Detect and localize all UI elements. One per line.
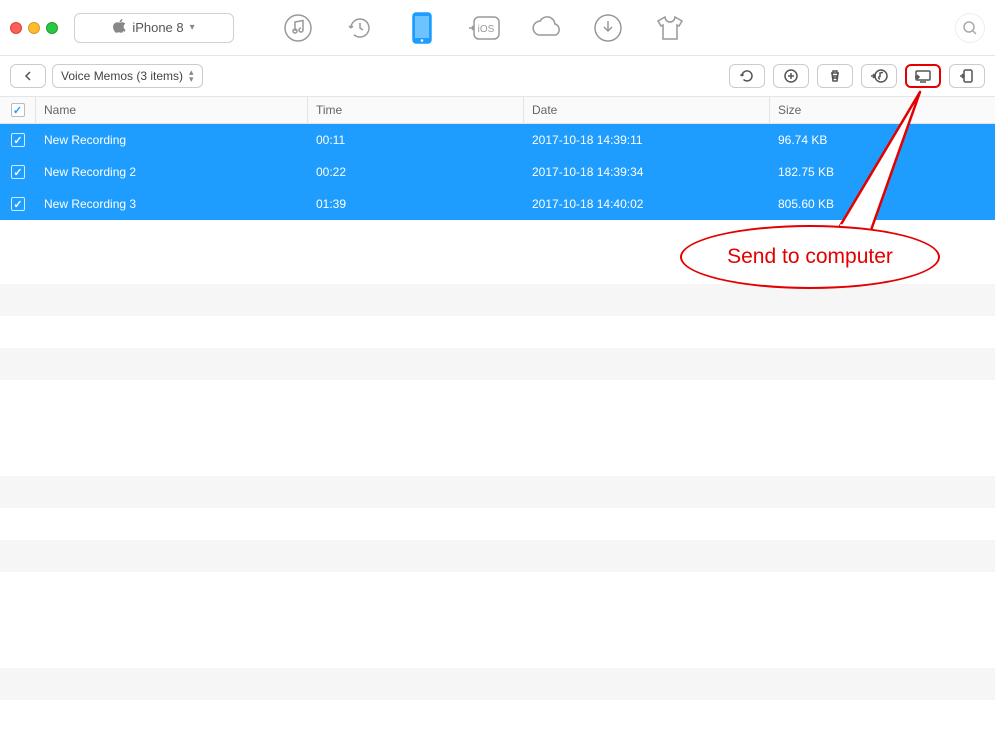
to-device-button[interactable] bbox=[949, 64, 985, 88]
tshirt-category-button[interactable] bbox=[652, 10, 688, 46]
history-category-button[interactable] bbox=[342, 10, 378, 46]
svg-text:iOS: iOS bbox=[478, 24, 495, 35]
callout-bubble: Send to computer bbox=[680, 225, 940, 289]
action-buttons bbox=[729, 64, 985, 88]
cell-size: 805.60 KB bbox=[770, 188, 995, 220]
callout-text: Send to computer bbox=[727, 245, 893, 269]
cell-name: New Recording bbox=[36, 124, 308, 156]
cell-date: 2017-10-18 14:39:34 bbox=[524, 156, 770, 188]
download-category-button[interactable] bbox=[590, 10, 626, 46]
device-selector[interactable]: iPhone 8 ▾ bbox=[74, 13, 234, 43]
table-body: New Recording00:112017-10-18 14:39:1196.… bbox=[0, 124, 995, 220]
cell-time: 00:22 bbox=[308, 156, 524, 188]
cloud-category-button[interactable] bbox=[528, 10, 564, 46]
refresh-button[interactable] bbox=[729, 64, 765, 88]
device-category-button[interactable] bbox=[404, 10, 440, 46]
select-all-checkbox[interactable] bbox=[11, 103, 25, 117]
column-header-name[interactable]: Name bbox=[36, 97, 308, 123]
delete-button[interactable] bbox=[817, 64, 853, 88]
column-header-date[interactable]: Date bbox=[524, 97, 770, 123]
music-category-button[interactable] bbox=[280, 10, 316, 46]
cell-name: New Recording 3 bbox=[36, 188, 308, 220]
maximize-window-button[interactable] bbox=[46, 22, 58, 34]
row-checkbox[interactable] bbox=[11, 197, 25, 211]
window-controls bbox=[10, 22, 58, 34]
cell-time: 00:11 bbox=[308, 124, 524, 156]
top-toolbar: iPhone 8 ▾ iOS bbox=[0, 0, 995, 56]
breadcrumb-label: Voice Memos (3 items) bbox=[61, 69, 183, 83]
back-button[interactable] bbox=[10, 64, 46, 88]
row-checkbox[interactable] bbox=[11, 165, 25, 179]
cell-size: 96.74 KB bbox=[770, 124, 995, 156]
device-name-label: iPhone 8 bbox=[132, 20, 183, 35]
cell-date: 2017-10-18 14:39:11 bbox=[524, 124, 770, 156]
category-nav: iOS bbox=[280, 10, 688, 46]
add-button[interactable] bbox=[773, 64, 809, 88]
sub-toolbar: Voice Memos (3 items) ▴▾ bbox=[0, 56, 995, 96]
table-row[interactable]: New Recording 301:392017-10-18 14:40:028… bbox=[0, 188, 995, 220]
cell-date: 2017-10-18 14:40:02 bbox=[524, 188, 770, 220]
column-header-size[interactable]: Size bbox=[770, 97, 995, 123]
minimize-window-button[interactable] bbox=[28, 22, 40, 34]
updown-icon: ▴▾ bbox=[189, 69, 194, 83]
to-computer-button[interactable] bbox=[905, 64, 941, 88]
empty-rows-area bbox=[0, 220, 995, 732]
table-header: Name Time Date Size bbox=[0, 96, 995, 124]
to-itunes-button[interactable] bbox=[861, 64, 897, 88]
breadcrumb[interactable]: Voice Memos (3 items) ▴▾ bbox=[52, 64, 203, 88]
cell-name: New Recording 2 bbox=[36, 156, 308, 188]
table-row[interactable]: New Recording00:112017-10-18 14:39:1196.… bbox=[0, 124, 995, 156]
cell-size: 182.75 KB bbox=[770, 156, 995, 188]
chevron-down-icon: ▾ bbox=[190, 22, 195, 33]
search-button[interactable] bbox=[955, 13, 985, 43]
table-row[interactable]: New Recording 200:222017-10-18 14:39:341… bbox=[0, 156, 995, 188]
close-window-button[interactable] bbox=[10, 22, 22, 34]
row-checkbox[interactable] bbox=[11, 133, 25, 147]
to-ios-category-button[interactable]: iOS bbox=[466, 10, 502, 46]
cell-time: 01:39 bbox=[308, 188, 524, 220]
column-header-time[interactable]: Time bbox=[308, 97, 524, 123]
apple-icon bbox=[113, 19, 126, 37]
